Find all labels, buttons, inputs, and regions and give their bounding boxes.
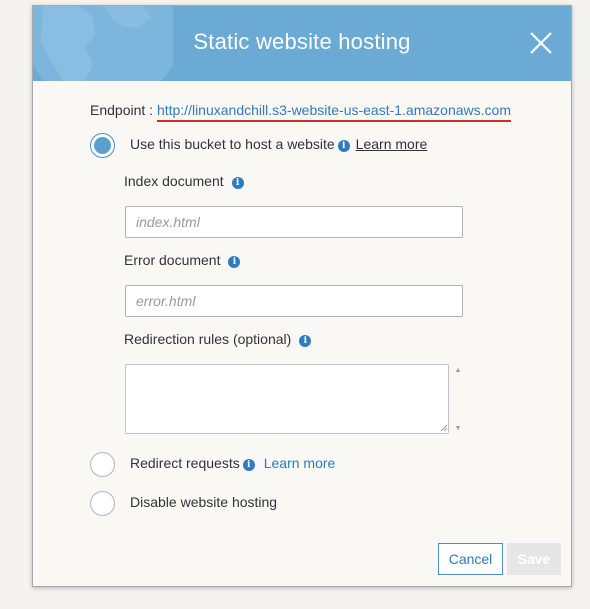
close-icon[interactable] bbox=[527, 29, 555, 57]
option-disable-hosting: Disable website hosting bbox=[130, 494, 277, 510]
index-document-label: Index document i bbox=[124, 173, 244, 189]
redirection-rules-wrapper: ▲ ▼ bbox=[125, 364, 463, 434]
option-redirect-label: Redirect requests bbox=[130, 455, 240, 471]
redirection-rules-textarea[interactable] bbox=[125, 364, 449, 434]
error-document-input[interactable] bbox=[125, 285, 463, 317]
redirection-rules-label-text: Redirection rules (optional) bbox=[124, 331, 292, 347]
option-redirect-requests: Redirect requests i Learn more bbox=[130, 455, 335, 471]
dialog-title: Static website hosting bbox=[193, 29, 411, 54]
endpoint-label: Endpoint : bbox=[90, 102, 157, 118]
error-document-label: Error document i bbox=[124, 252, 241, 268]
option-disable-label: Disable website hosting bbox=[130, 494, 278, 510]
info-icon[interactable]: i bbox=[299, 335, 312, 347]
learn-more-link[interactable]: Learn more bbox=[356, 136, 428, 152]
dialog-header: Static website hosting bbox=[33, 6, 571, 81]
radio-redirect-requests[interactable] bbox=[90, 452, 115, 477]
resize-grip-icon[interactable] bbox=[440, 424, 448, 432]
index-document-input[interactable] bbox=[125, 206, 463, 238]
index-document-label-text: Index document bbox=[124, 173, 224, 189]
option-host-website: Use this bucket to host a website i Learn … bbox=[130, 136, 427, 152]
static-website-hosting-dialog: Static website hosting Endpoint : http:/… bbox=[32, 5, 572, 587]
learn-more-link[interactable]: Learn more bbox=[264, 455, 336, 471]
radio-disable-hosting[interactable] bbox=[90, 491, 115, 516]
option-host-label: Use this bucket to host a website bbox=[130, 136, 335, 152]
info-icon[interactable]: i bbox=[228, 256, 241, 268]
radio-host-website[interactable] bbox=[90, 133, 115, 158]
scroll-down-icon[interactable]: ▼ bbox=[453, 425, 463, 432]
scroll-up-icon[interactable]: ▲ bbox=[453, 367, 463, 374]
endpoint: Endpoint : http://linuxandchill.s3-websi… bbox=[90, 102, 511, 122]
info-icon[interactable]: i bbox=[231, 177, 244, 189]
redirection-rules-label: Redirection rules (optional) i bbox=[124, 331, 312, 347]
save-button[interactable]: Save bbox=[507, 543, 561, 575]
info-icon[interactable]: i bbox=[242, 459, 255, 471]
endpoint-link[interactable]: http://linuxandchill.s3-website-us-east-… bbox=[156, 102, 511, 122]
error-document-label-text: Error document bbox=[124, 252, 221, 268]
info-icon[interactable]: i bbox=[337, 140, 350, 152]
cancel-button[interactable]: Cancel bbox=[438, 543, 503, 575]
